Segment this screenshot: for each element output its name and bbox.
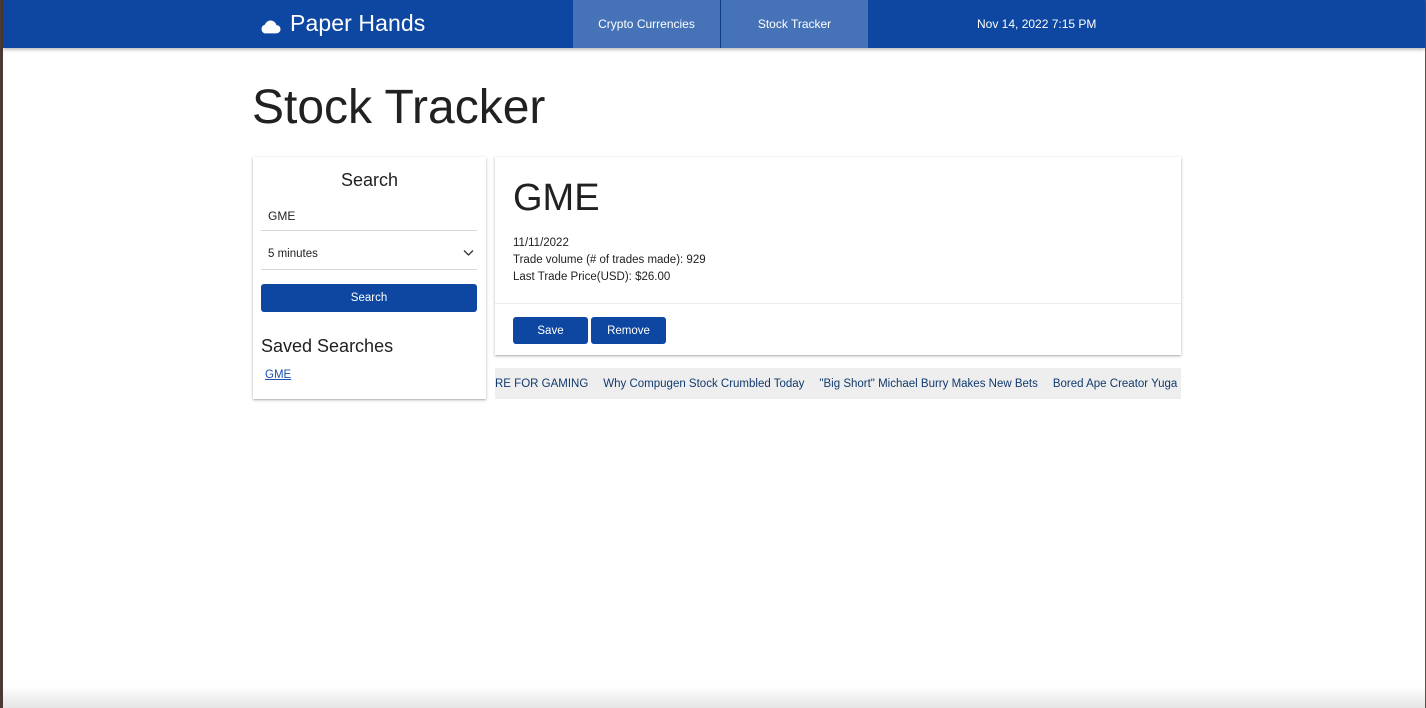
trade-volume: Trade volume (# of trades made): 929 — [513, 254, 706, 266]
window-edge-left — [0, 0, 3, 708]
search-panel: Search 5 minutes Search Saved Searches G… — [253, 157, 486, 399]
cloud-icon — [261, 20, 281, 34]
page-title: Stock Tracker — [252, 81, 546, 134]
interval-selected-value: 5 minutes — [268, 248, 318, 260]
tab-stock-tracker[interactable]: Stock Tracker — [721, 0, 868, 48]
card-divider — [495, 303, 1181, 304]
ticker-input[interactable] — [261, 202, 477, 231]
saved-searches-heading: Saved Searches — [261, 336, 394, 356]
stock-symbol: GME — [513, 177, 600, 219]
news-item[interactable]: Why Compugen Stock Crumbled Today — [603, 378, 804, 390]
news-track: RE FOR GAMING Why Compugen Stock Crumble… — [495, 368, 1181, 399]
tab-label: Crypto Currencies — [598, 17, 695, 31]
bottom-shadow — [3, 686, 1425, 708]
saved-search-link[interactable]: GME — [265, 369, 291, 381]
remove-button[interactable]: Remove — [591, 317, 666, 344]
chevron-down-icon — [463, 250, 474, 256]
trade-date: 11/11/2022 — [513, 237, 569, 249]
save-button[interactable]: Save — [513, 317, 588, 344]
news-item[interactable]: Bored Ape Creator Yuga L — [1053, 378, 1181, 390]
news-ticker: RE FOR GAMING Why Compugen Stock Crumble… — [495, 368, 1181, 399]
search-heading: Search — [340, 170, 399, 190]
brand-name: Paper Hands — [290, 9, 426, 36]
current-datetime: Nov 14, 2022 7:15 PM — [977, 17, 1097, 31]
interval-select[interactable]: 5 minutes — [261, 239, 477, 270]
tab-label: Stock Tracker — [757, 17, 832, 31]
last-trade-price: Last Trade Price(USD): $26.00 — [513, 271, 671, 283]
navbar: Paper Hands Crypto Currencies Stock Trac… — [3, 0, 1425, 48]
brand[interactable]: Paper Hands — [259, 8, 425, 38]
search-button[interactable]: Search — [261, 284, 477, 312]
news-item[interactable]: RE FOR GAMING — [495, 378, 588, 390]
stock-result-card: GME 11/11/2022 Trade volume (# of trades… — [495, 157, 1181, 355]
news-item[interactable]: "Big Short" Michael Burry Makes New Bets — [819, 378, 1037, 390]
tab-crypto-currencies[interactable]: Crypto Currencies — [573, 0, 720, 48]
